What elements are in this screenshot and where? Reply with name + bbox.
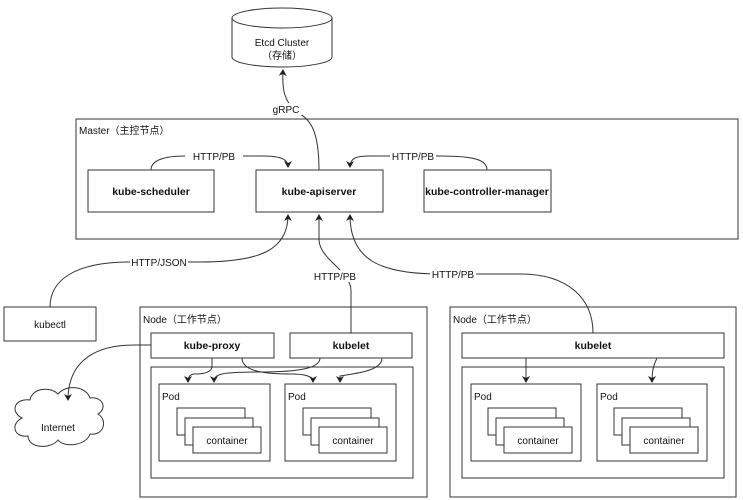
kube-apiserver-label: kube-apiserver (282, 186, 357, 198)
node-2-pod-1: Pod container (470, 383, 582, 462)
etcd-label: Etcd Cluster (255, 38, 310, 49)
pod-label: Pod (474, 392, 492, 403)
etcd-cluster: Etcd Cluster （存储） (231, 7, 333, 68)
edge-label-node2: HTTP/PB (432, 270, 475, 281)
node-1-pod-1: Pod container (158, 383, 271, 462)
master-title: Master（主控节点） (79, 124, 170, 137)
container-label: container (206, 436, 248, 447)
node-1-kubelet-label: kubelet (333, 340, 370, 352)
pod-label: Pod (288, 392, 306, 403)
kube-scheduler-label: kube-scheduler (112, 186, 190, 198)
edge-label-kubectl: HTTP/JSON (131, 258, 187, 269)
pod-label: Pod (600, 392, 618, 403)
pod-label: Pod (162, 392, 180, 403)
node-2-kubelet-label: kubelet (575, 340, 612, 352)
edge-label-scheduler: HTTP/PB (193, 152, 236, 163)
kube-proxy-label: kube-proxy (184, 340, 241, 352)
node-1-pod-2: Pod container (284, 383, 397, 462)
node-1-title: Node（工作节点） (143, 314, 227, 326)
internet-cloud: Internet (14, 387, 105, 447)
internet-label: Internet (41, 423, 75, 434)
kubernetes-architecture-diagram: Etcd Cluster （存储） Master（主控节点） kube-sche… (3, 7, 739, 498)
etcd-sublabel: （存储） (262, 49, 302, 62)
container-label: container (332, 436, 374, 447)
edge-label-node1: HTTP/PB (314, 272, 357, 283)
kubectl-label: kubectl (34, 320, 66, 331)
container-label: container (517, 436, 559, 447)
container-label: container (643, 436, 685, 447)
edge-label-controller: HTTP/PB (392, 152, 435, 163)
edge-label-grpc: gRPC (273, 105, 300, 116)
kube-controller-manager-label: kube-controller-manager (425, 186, 549, 198)
node-2-title: Node（工作节点） (453, 314, 537, 326)
node-2-pod-2: Pod container (596, 383, 708, 462)
